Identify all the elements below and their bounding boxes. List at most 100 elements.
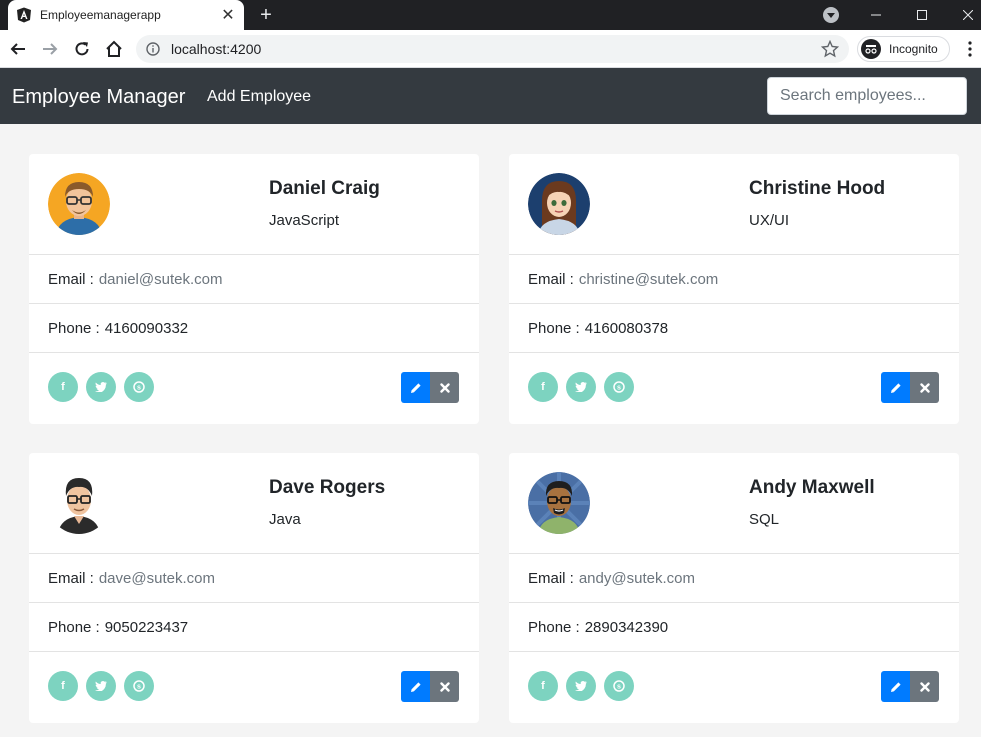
twitter-icon[interactable] bbox=[566, 372, 596, 402]
facebook-icon[interactable]: f bbox=[528, 372, 558, 402]
avatar bbox=[528, 173, 590, 235]
facebook-icon[interactable]: f bbox=[48, 671, 78, 701]
avatar bbox=[48, 472, 110, 534]
pencil-icon bbox=[410, 382, 421, 393]
address-bar[interactable]: localhost:4200 bbox=[136, 35, 849, 63]
browser-toolbar: localhost:4200 Incognito bbox=[0, 30, 981, 68]
svg-text:s: s bbox=[617, 385, 621, 392]
search-input[interactable] bbox=[767, 77, 967, 115]
email-label: Email : bbox=[48, 569, 94, 587]
pencil-icon bbox=[410, 681, 421, 692]
employee-name: Christine Hood bbox=[749, 178, 886, 199]
phone-row: Phone : 9050223437 bbox=[29, 603, 479, 652]
card-header: Andy Maxwell SQL bbox=[509, 453, 959, 554]
tab-search-icon[interactable] bbox=[823, 7, 839, 23]
twitter-icon[interactable] bbox=[86, 372, 116, 402]
email-label: Email : bbox=[528, 270, 574, 288]
twitter-icon[interactable] bbox=[566, 671, 596, 701]
home-icon bbox=[106, 40, 122, 57]
close-icon bbox=[919, 681, 930, 692]
skype-icon[interactable]: s bbox=[124, 671, 154, 701]
edit-button[interactable] bbox=[881, 372, 910, 403]
email-label: Email : bbox=[48, 270, 94, 288]
browser-tab[interactable]: Employeemanagerapp ✕ bbox=[8, 0, 244, 30]
phone-row: Phone : 2890342390 bbox=[509, 603, 959, 652]
card-footer: f s bbox=[29, 353, 479, 423]
employee-card: Daniel Craig JavaScript Email : daniel@s… bbox=[29, 154, 479, 424]
tab-close-icon[interactable]: ✕ bbox=[218, 5, 238, 25]
minimize-button[interactable] bbox=[853, 0, 899, 30]
url-text[interactable]: localhost:4200 bbox=[171, 41, 821, 57]
new-tab-button[interactable]: + bbox=[254, 3, 278, 27]
email-row: Email : dave@sutek.com bbox=[29, 554, 479, 603]
incognito-button[interactable]: Incognito bbox=[857, 36, 950, 62]
arrow-right-icon bbox=[43, 43, 58, 55]
window-close-button[interactable] bbox=[945, 0, 981, 30]
angular-icon bbox=[17, 7, 31, 23]
pencil-icon bbox=[890, 382, 901, 393]
home-button[interactable] bbox=[102, 37, 126, 61]
phone-label: Phone : bbox=[528, 319, 580, 337]
incognito-label: Incognito bbox=[889, 42, 938, 56]
browser-titlebar: Employeemanagerapp ✕ + bbox=[0, 0, 981, 30]
close-icon bbox=[439, 681, 450, 692]
incognito-icon bbox=[861, 39, 881, 59]
edit-button[interactable] bbox=[881, 671, 910, 702]
facebook-icon[interactable]: f bbox=[48, 372, 78, 402]
svg-text:s: s bbox=[617, 684, 621, 691]
employee-phone: 4160080378 bbox=[584, 319, 669, 337]
close-icon bbox=[919, 382, 930, 393]
reload-icon bbox=[75, 42, 89, 56]
app-navbar: Employee Manager Add Employee bbox=[0, 68, 981, 124]
edit-button[interactable] bbox=[401, 372, 430, 403]
arrow-left-icon bbox=[10, 43, 25, 55]
close-icon bbox=[439, 382, 450, 393]
phone-label: Phone : bbox=[48, 618, 100, 636]
employee-email: andy@sutek.com bbox=[578, 569, 695, 587]
card-header: Daniel Craig JavaScript bbox=[29, 154, 479, 255]
window-close-icon bbox=[963, 10, 973, 20]
star-icon[interactable] bbox=[821, 40, 839, 58]
avatar bbox=[48, 173, 110, 235]
add-employee-link[interactable]: Add Employee bbox=[207, 87, 311, 107]
skype-icon[interactable]: s bbox=[604, 372, 634, 402]
delete-button[interactable] bbox=[430, 372, 459, 403]
pencil-icon bbox=[890, 681, 901, 692]
forward-button[interactable] bbox=[38, 37, 62, 61]
minimize-icon bbox=[871, 14, 881, 16]
reload-button[interactable] bbox=[70, 37, 94, 61]
email-row: Email : christine@sutek.com bbox=[509, 255, 959, 304]
delete-button[interactable] bbox=[430, 671, 459, 702]
employee-phone: 9050223437 bbox=[104, 618, 189, 636]
maximize-icon bbox=[917, 10, 927, 20]
phone-label: Phone : bbox=[528, 618, 580, 636]
maximize-button[interactable] bbox=[899, 0, 945, 30]
svg-text:s: s bbox=[137, 684, 141, 691]
delete-button[interactable] bbox=[910, 372, 939, 403]
employee-email: dave@sutek.com bbox=[98, 569, 215, 587]
info-icon[interactable] bbox=[146, 42, 160, 56]
navbar-brand[interactable]: Employee Manager bbox=[12, 85, 185, 109]
email-row: Email : daniel@sutek.com bbox=[29, 255, 479, 304]
employee-job-title: JavaScript bbox=[269, 212, 340, 229]
employee-name: Andy Maxwell bbox=[749, 477, 875, 498]
employee-email: christine@sutek.com bbox=[578, 270, 719, 288]
back-button[interactable] bbox=[6, 37, 30, 61]
skype-icon[interactable]: s bbox=[124, 372, 154, 402]
email-row: Email : andy@sutek.com bbox=[509, 554, 959, 603]
phone-row: Phone : 4160080378 bbox=[509, 304, 959, 353]
card-header: Dave Rogers Java bbox=[29, 453, 479, 554]
employee-phone: 2890342390 bbox=[584, 618, 669, 636]
card-footer: f s bbox=[509, 652, 959, 722]
employee-name: Dave Rogers bbox=[269, 477, 386, 498]
tab-title: Employeemanagerapp bbox=[40, 8, 161, 22]
skype-icon[interactable]: s bbox=[604, 671, 634, 701]
delete-button[interactable] bbox=[910, 671, 939, 702]
kebab-menu-icon[interactable] bbox=[962, 41, 978, 57]
twitter-icon[interactable] bbox=[86, 671, 116, 701]
edit-button[interactable] bbox=[401, 671, 430, 702]
facebook-icon[interactable]: f bbox=[528, 671, 558, 701]
email-label: Email : bbox=[528, 569, 574, 587]
phone-label: Phone : bbox=[48, 319, 100, 337]
employee-card: Dave Rogers Java Email : dave@sutek.com … bbox=[29, 453, 479, 723]
